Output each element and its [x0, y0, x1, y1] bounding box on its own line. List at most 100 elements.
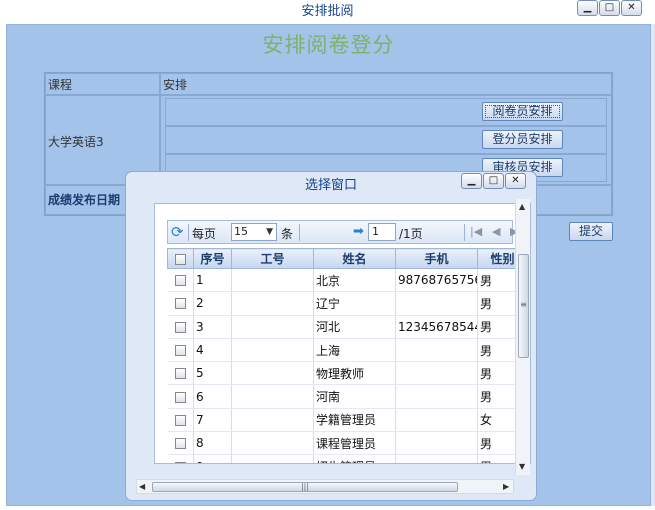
row-checkbox[interactable]: [167, 361, 194, 386]
row-checkbox[interactable]: [167, 291, 194, 316]
row-checkbox[interactable]: [167, 431, 194, 456]
row-checkbox[interactable]: [167, 384, 194, 409]
per-page-value: 15: [234, 225, 248, 238]
first-page-icon[interactable]: |◀: [470, 225, 482, 238]
toolbar-separator: [188, 224, 189, 241]
cell-name: 课程管理员: [313, 431, 396, 456]
table-row[interactable]: 7 学籍管理员 女: [167, 408, 528, 433]
unit-label: 条: [281, 227, 294, 241]
row-checkbox[interactable]: [167, 338, 194, 363]
cell-no: 1: [193, 268, 232, 293]
cell-no: 8: [193, 431, 232, 456]
cell-no: 3: [193, 315, 232, 339]
cell-id: [231, 431, 314, 456]
header-cell-arrange: [160, 73, 612, 95]
table-row[interactable]: 2 辽宁 男: [167, 291, 528, 316]
cell-phone: [395, 361, 478, 386]
dialog-content: ⟳ 每页 15 ▼ 条 ➡ 1 /1页 |◀ ◀ ▶: [154, 203, 531, 464]
column-header-name[interactable]: 姓名: [313, 248, 396, 269]
scroll-right-icon[interactable]: ▶: [503, 482, 509, 491]
refresh-icon[interactable]: ⟳: [171, 223, 184, 241]
row-checkbox[interactable]: [167, 408, 194, 433]
cell-name: 河南: [313, 384, 396, 409]
horizontal-scroll-thumb[interactable]: |||: [152, 482, 458, 492]
table-row[interactable]: 9 招生管理员 男: [167, 454, 528, 463]
cell-no: 5: [193, 361, 232, 386]
dialog-maximize-button[interactable]: □: [483, 173, 504, 189]
cell-name: 学籍管理员: [313, 408, 396, 433]
page-title: 安排阅卷登分: [262, 33, 395, 57]
scroll-left-icon[interactable]: ◀: [139, 482, 145, 491]
window-title: 安排批阅: [301, 4, 354, 19]
maximize-icon: □: [604, 2, 615, 13]
minimize-button[interactable]: ▁: [577, 0, 598, 16]
cell-name: 河北: [313, 315, 396, 339]
dialog-close-button[interactable]: ✕: [505, 173, 526, 189]
table-row[interactable]: 3 河北 12345678544 男: [167, 315, 528, 339]
table-row[interactable]: 8 课程管理员 男: [167, 431, 528, 456]
row-checkbox[interactable]: [167, 454, 194, 463]
column-header-phone[interactable]: 手机: [395, 248, 478, 269]
row-checkbox[interactable]: [167, 268, 194, 293]
cell-id: [231, 454, 314, 463]
table-row[interactable]: 4 上海 男: [167, 338, 528, 363]
cell-id: [231, 338, 314, 363]
cell-phone: 12345678544: [395, 315, 478, 339]
cell-name: 物理教师: [313, 361, 396, 386]
page-number-input[interactable]: 1: [368, 223, 396, 241]
pagination-toolbar: ⟳ 每页 15 ▼ 条 ➡ 1 /1页 |◀ ◀ ▶: [167, 220, 518, 244]
grader-arrange-button[interactable]: 阅卷员安排: [482, 102, 563, 121]
select-all-checkbox[interactable]: [167, 248, 194, 269]
cell-name: 辽宁: [313, 291, 396, 316]
column-course-label: 课程: [48, 78, 73, 92]
per-page-label: 每页: [192, 227, 217, 241]
column-header-no[interactable]: 序号: [193, 248, 232, 269]
cell-phone: [395, 338, 478, 363]
cell-id: [231, 268, 314, 293]
per-page-select[interactable]: 15 ▼: [231, 223, 277, 241]
cell-phone: 98768765756: [395, 268, 478, 293]
column-arrange-label: 安排: [163, 78, 188, 92]
cell-id: [231, 315, 314, 339]
user-grid: 序号 工号 姓名 手机 性别 1 北京 98768765756 男 2 辽宁 男…: [167, 248, 528, 463]
vertical-scrollbar[interactable]: ▲ ≡ ▼: [515, 199, 530, 475]
prev-page-icon[interactable]: ◀: [492, 225, 500, 238]
cell-no: 4: [193, 338, 232, 363]
cell-phone: [395, 454, 478, 463]
row-checkbox[interactable]: [167, 315, 194, 339]
cell-phone: [395, 408, 478, 433]
page-total-label: /1页: [399, 227, 423, 241]
course-name: 大学英语3: [48, 135, 104, 149]
maximize-button[interactable]: □: [599, 0, 620, 16]
cell-no: 6: [193, 384, 232, 409]
scroll-down-icon[interactable]: ▼: [519, 462, 525, 471]
window-edge: [651, 24, 655, 506]
cell-name: 招生管理员: [313, 454, 396, 463]
cell-no: 2: [193, 291, 232, 316]
cell-no: 7: [193, 408, 232, 433]
submit-button[interactable]: 提交: [569, 222, 613, 241]
table-row[interactable]: 6 河南 男: [167, 384, 528, 409]
column-header-id[interactable]: 工号: [231, 248, 314, 269]
cell-name: 上海: [313, 338, 396, 363]
vertical-scroll-thumb[interactable]: ≡: [518, 254, 529, 358]
scorer-arrange-button[interactable]: 登分员安排: [482, 130, 563, 149]
cell-phone: [395, 431, 478, 456]
cell-id: [231, 384, 314, 409]
cell-no: 9: [193, 454, 232, 463]
cell-name: 北京: [313, 268, 396, 293]
table-row[interactable]: 1 北京 98768765756 男: [167, 268, 528, 293]
select-dialog: 选择窗口 ▁ □ ✕ ⟳ 每页 15 ▼ 条 ➡ 1 /1页 |◀ ◀ ▶: [125, 171, 537, 501]
table-row[interactable]: 5 物理教师 男: [167, 361, 528, 386]
horizontal-scrollbar[interactable]: ◀ ||| ▶: [136, 479, 514, 494]
window-controls: ▁ □ ✕: [577, 0, 642, 16]
dialog-minimize-button[interactable]: ▁: [461, 173, 482, 189]
minimize-icon: ▁: [467, 175, 476, 186]
scroll-up-icon[interactable]: ▲: [519, 202, 525, 211]
go-arrow-icon[interactable]: ➡: [353, 224, 364, 239]
grid-header-row: 序号 工号 姓名 手机 性别: [167, 248, 528, 269]
toolbar-separator: [299, 224, 300, 241]
toolbar-separator: [464, 224, 465, 241]
close-button[interactable]: ✕: [621, 0, 642, 16]
publish-date-label: 成绩发布日期: [48, 193, 121, 207]
